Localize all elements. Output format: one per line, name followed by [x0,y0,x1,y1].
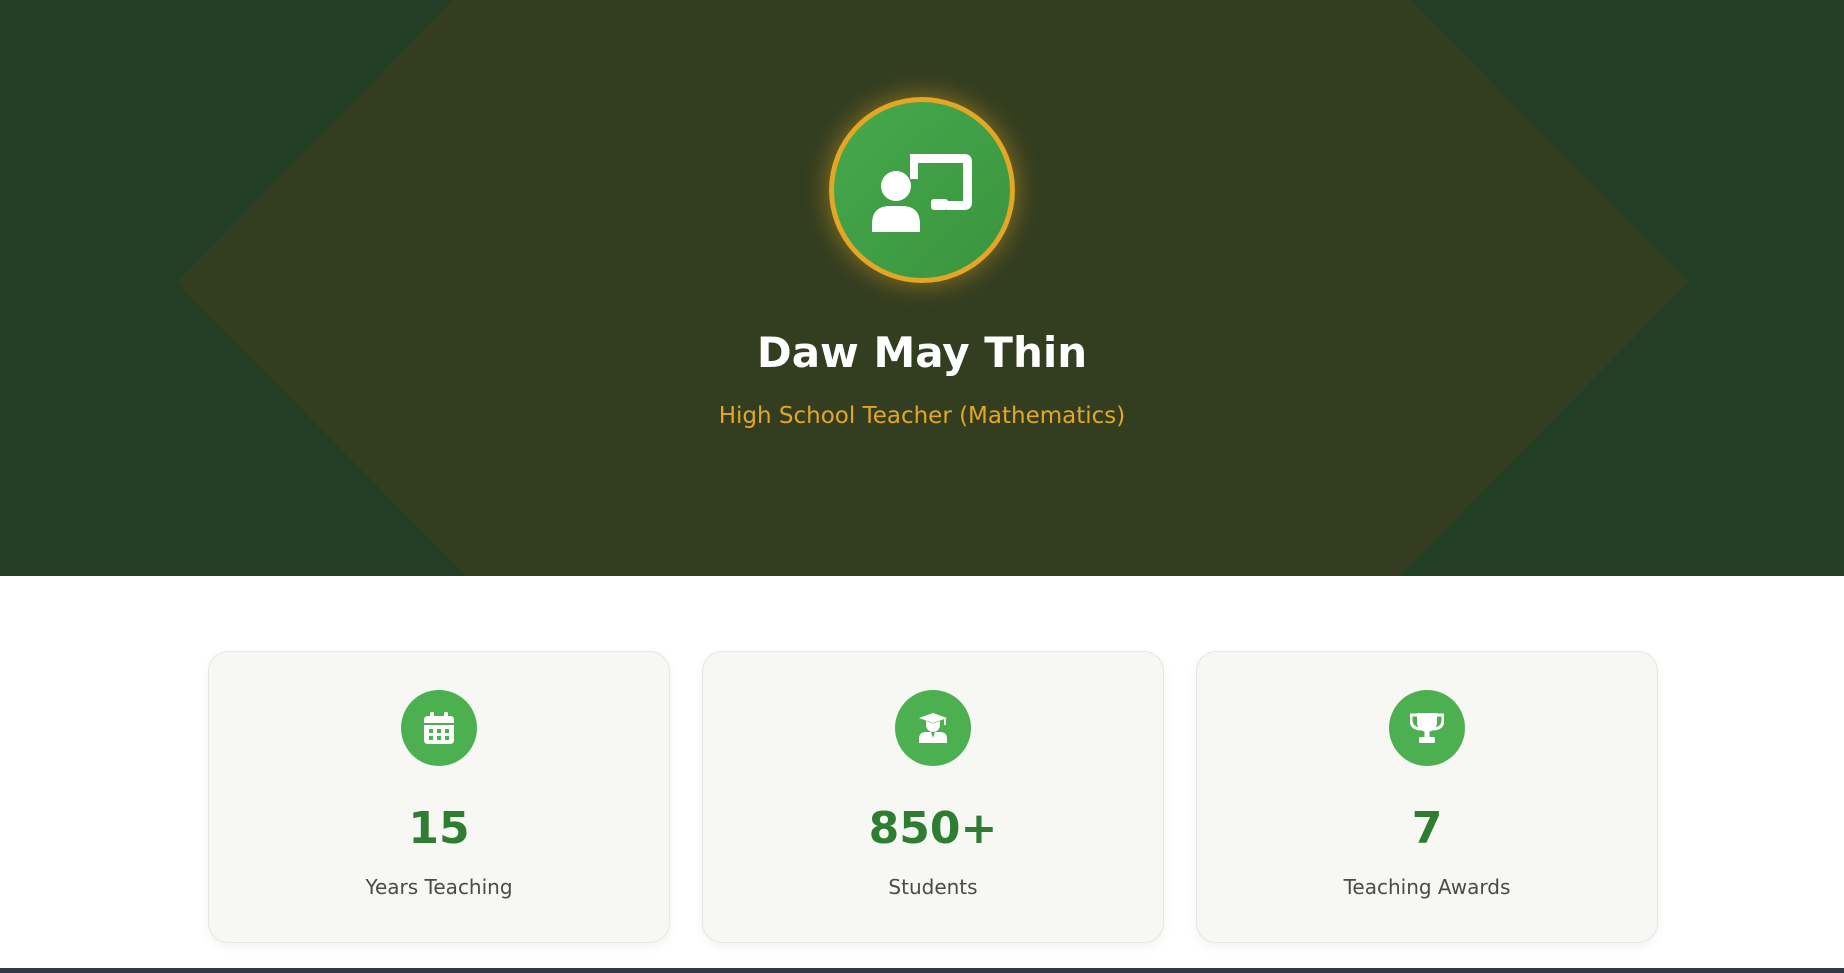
trophy-icon [1410,713,1444,743]
teacher-name: Daw May Thin [756,328,1088,377]
stat-label: Students [888,875,978,899]
graduate-student-icon [919,713,947,743]
stat-card-awards: 7 Teaching Awards [1196,651,1658,943]
teacher-chalkboard-icon [872,154,972,232]
profile-avatar [829,97,1015,283]
stat-value: 850+ [868,803,998,854]
hero-section: Daw May Thin High School Teacher (Mathem… [0,0,1844,576]
calendar-icon [424,712,454,744]
bottom-edge-bar [0,968,1844,973]
stats-section: 15 Years Teaching 850+ Students 7 Teachi… [208,651,1658,943]
stat-value: 15 [408,803,470,854]
stat-value: 7 [1411,803,1443,854]
stat-label: Years Teaching [365,875,513,899]
stat-icon-badge [401,690,477,766]
teacher-role: High School Teacher (Mathematics) [718,403,1126,429]
hero-content: Daw May Thin High School Teacher (Mathem… [0,0,1844,431]
stat-icon-badge [1389,690,1465,766]
stat-card-students: 850+ Students [702,651,1164,943]
stat-icon-badge [895,690,971,766]
stat-card-years: 15 Years Teaching [208,651,670,943]
stat-label: Teaching Awards [1343,875,1511,899]
